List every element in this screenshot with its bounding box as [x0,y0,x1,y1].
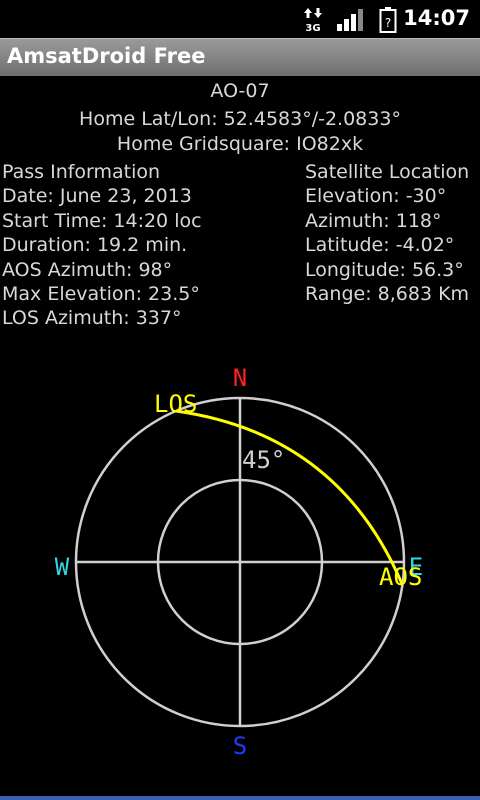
title-bar: AmsatDroid Free [0,38,480,76]
signal-strength-icon [336,8,364,36]
pass-information-panel: Pass Information Date: June 23, 2013 Sta… [2,160,202,331]
pass-date: Date: June 23, 2013 [2,185,192,208]
bottom-divider [0,796,480,800]
svg-text:?: ? [385,16,391,30]
sat-elevation: Elevation: -30° [305,185,447,208]
screen: 3G ? 14:07 AmsatDroid Free AO-07 Home La… [0,0,480,800]
battery-unknown-icon: ? [379,6,397,38]
pass-aos-azimuth: AOS Azimuth: 98° [2,258,173,281]
pass-duration: Duration: 19.2 min. [2,234,188,257]
pass-start-time: Start Time: 14:20 loc [2,209,202,232]
sat-range: Range: 8,683 Km [305,283,470,306]
satellite-name: AO-07 [210,80,270,102]
home-gridsquare: Home Gridsquare: IO82xk [116,133,364,155]
pass-information-heading: Pass Information [2,161,161,183]
satellite-location-heading: Satellite Location [305,161,470,183]
aos-label: AOS [379,563,422,591]
south-label: S [233,732,247,760]
plot-grid [74,396,406,728]
network-type-label: 3G [305,23,320,32]
transfer-arrows-icon: 3G [302,6,324,36]
satellite-location-panel: Satellite Location Elevation: -30° Azimu… [305,160,469,306]
sat-longitude: Longitude: 56.3° [305,258,464,281]
west-label: W [55,553,70,581]
home-latlon: Home Lat/Lon: 52.4583°/-2.0833° [79,108,401,130]
sat-azimuth: Azimuth: 118° [305,209,442,232]
clock: 14:07 [403,6,470,30]
elevation-45-label: 45° [242,446,285,474]
polar-sky-plot: N S W E 45° LOS AOS [55,364,423,760]
los-label: LOS [154,390,197,418]
north-label: N [233,364,247,392]
status-bar: 3G ? 14:07 [0,0,480,38]
pass-los-azimuth: LOS Azimuth: 337° [2,307,182,330]
sat-latitude: Latitude: -4.02° [305,234,455,257]
app-title: AmsatDroid Free [7,44,206,68]
pass-max-elevation: Max Elevation: 23.5° [2,283,200,306]
